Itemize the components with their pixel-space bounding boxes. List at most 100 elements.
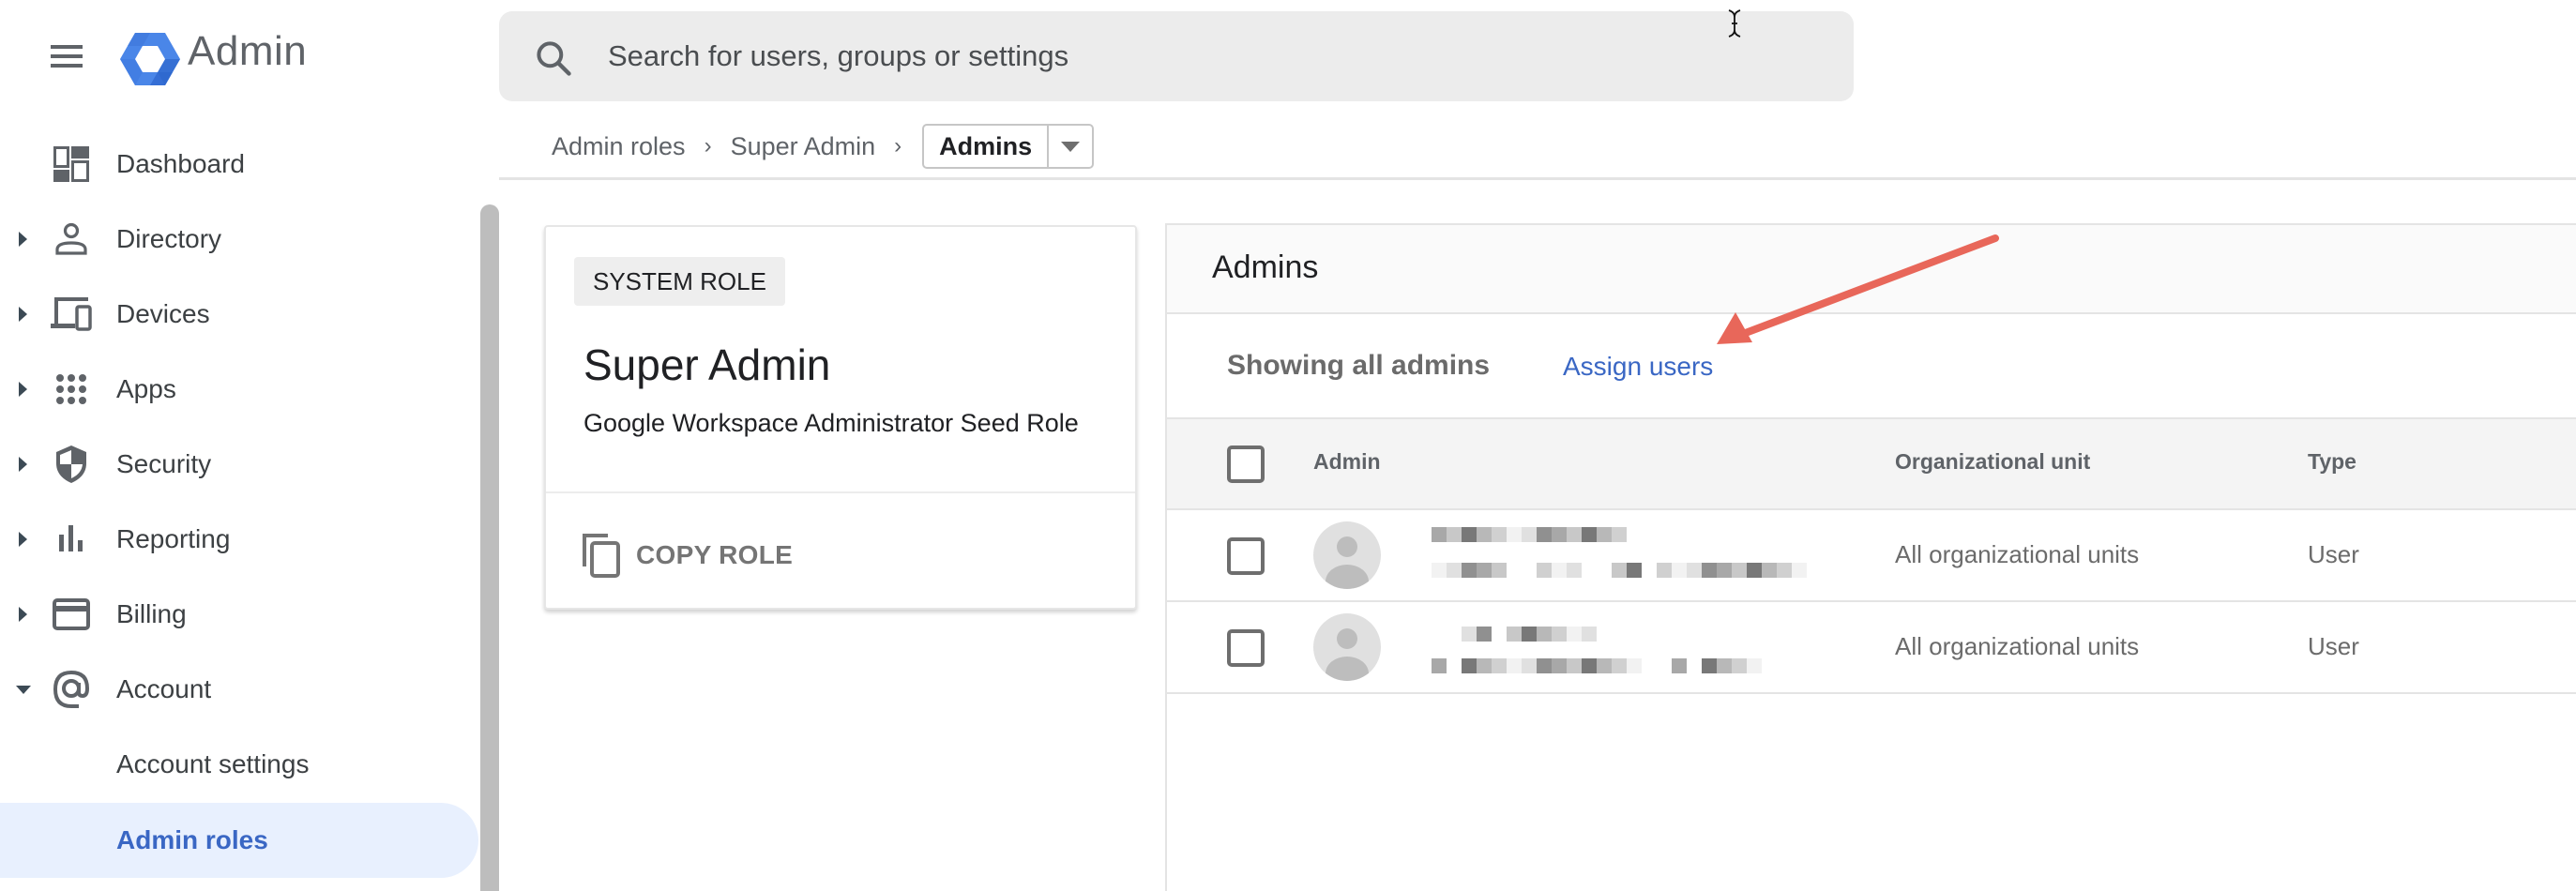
redaction-pixel: [1612, 563, 1627, 578]
redaction-pixel: [1597, 527, 1612, 542]
redaction-pixel: [1492, 563, 1507, 578]
redaction-pixel: [1477, 627, 1492, 642]
redaction-pixel: [1627, 563, 1642, 578]
breadcrumb-separator-icon: ›: [894, 133, 902, 159]
sidebar-item-account-settings[interactable]: Account settings: [0, 729, 480, 800]
avatar: [1313, 613, 1381, 681]
redaction-pixel: [1747, 658, 1762, 673]
person-icon: [51, 219, 92, 260]
sidebar-item-reporting[interactable]: Reporting: [0, 504, 480, 575]
cell-type: User: [2308, 632, 2359, 660]
shield-icon: [51, 444, 92, 485]
at-sign-icon: [51, 669, 92, 710]
table-header: Admin Organizational unit Type: [1167, 417, 2576, 510]
column-header-type[interactable]: Type: [2308, 449, 2356, 475]
sidebar-item-account[interactable]: Account: [0, 654, 480, 725]
redaction-pixel: [1432, 563, 1447, 578]
redaction-pixel: [1522, 527, 1537, 542]
breadcrumb-current: Admins: [939, 131, 1033, 160]
row-checkbox[interactable]: [1227, 537, 1265, 575]
redaction-pixel: [1582, 658, 1597, 673]
sidebar-item-security[interactable]: Security: [0, 429, 480, 500]
redaction-pixel: [1552, 658, 1567, 673]
filter-row: Showing all admins Assign users: [1167, 316, 2576, 419]
row-checkbox[interactable]: [1227, 629, 1265, 667]
redaction-pixel: [1612, 527, 1627, 542]
redaction-pixel: [1597, 658, 1612, 673]
sidebar-subitem-label: Account settings: [116, 749, 310, 778]
redaction-pixel: [1567, 527, 1582, 542]
main-menu-button[interactable]: [49, 43, 86, 69]
sidebar-item-billing[interactable]: Billing: [0, 579, 480, 650]
redaction-pixel: [1702, 563, 1717, 578]
redaction-pixel: [1627, 658, 1642, 673]
select-all-checkbox[interactable]: [1227, 446, 1265, 483]
dashboard-icon: [51, 143, 92, 185]
collapse-caret-icon[interactable]: [16, 685, 31, 694]
redaction-pixel: [1462, 658, 1477, 673]
breadcrumb-section-select[interactable]: Admins: [922, 124, 1095, 169]
sidebar-item-label: Security: [116, 449, 212, 478]
redaction-pixel: [1492, 658, 1507, 673]
copy-role-label: COPY ROLE: [636, 540, 794, 569]
expand-caret-icon[interactable]: [19, 232, 27, 247]
redaction-pixel: [1657, 563, 1672, 578]
redaction-pixel: [1477, 658, 1492, 673]
sidebar-item-devices[interactable]: Devices: [0, 279, 480, 350]
redaction-pixel: [1552, 527, 1567, 542]
redaction-pixel: [1567, 627, 1582, 642]
panel-title: Admins: [1212, 249, 1319, 285]
filter-status-text: Showing all admins: [1227, 350, 1491, 381]
expand-caret-icon[interactable]: [19, 457, 27, 472]
redaction-pixel: [1567, 563, 1582, 578]
redaction-pixel: [1462, 527, 1477, 542]
breadcrumb-separator-icon: ›: [704, 133, 712, 159]
search-input[interactable]: [608, 28, 1734, 84]
sidebar-item-directory[interactable]: Directory: [0, 204, 480, 275]
redaction-pixel: [1672, 658, 1687, 673]
admin-logo-icon: [120, 33, 180, 85]
hamburger-line: [51, 64, 83, 68]
assign-users-link[interactable]: Assign users: [1563, 352, 1713, 382]
redaction-pixel: [1792, 563, 1807, 578]
table-row[interactable]: All organizational units User: [1167, 510, 2576, 602]
panel-header: Admins: [1167, 225, 2576, 314]
dropdown-toggle[interactable]: [1047, 126, 1092, 167]
sidebar-item-label: Billing: [116, 599, 187, 628]
breadcrumb-admin-roles[interactable]: Admin roles: [552, 132, 686, 161]
redaction-pixel: [1702, 658, 1717, 673]
column-header-admin[interactable]: Admin: [1313, 449, 1381, 475]
redaction-pixel: [1507, 658, 1522, 673]
expand-caret-icon[interactable]: [19, 382, 27, 397]
sidebar-item-apps[interactable]: Apps: [0, 354, 480, 425]
cell-org-unit: All organizational units: [1895, 632, 2140, 660]
app-brand-title: Admin: [188, 28, 308, 74]
redaction-pixel: [1582, 527, 1597, 542]
expand-caret-icon[interactable]: [19, 607, 27, 622]
expand-caret-icon[interactable]: [19, 532, 27, 547]
redaction-pixel: [1582, 627, 1597, 642]
redaction-pixel: [1492, 527, 1507, 542]
redaction-pixel: [1552, 627, 1567, 642]
sidebar-nav: Dashboard Directory Devices Apps Securit…: [0, 122, 480, 891]
breadcrumb-super-admin[interactable]: Super Admin: [731, 132, 876, 161]
expand-caret-icon[interactable]: [19, 307, 27, 322]
redaction-pixel: [1717, 563, 1732, 578]
search-bar[interactable]: [499, 11, 1854, 101]
sidebar-scrollbar[interactable]: [480, 204, 499, 891]
redaction-pixel: [1777, 563, 1792, 578]
credit-card-icon: [51, 594, 92, 635]
redacted-admin-name-email: [1432, 525, 1807, 587]
sidebar-item-dashboard[interactable]: Dashboard: [0, 128, 480, 200]
redaction-pixel: [1672, 563, 1687, 578]
cell-org-unit: All organizational units: [1895, 540, 2140, 568]
admins-panel: Admins Showing all admins Assign users A…: [1165, 223, 2576, 891]
sidebar-item-admin-roles[interactable]: Admin roles: [0, 803, 478, 878]
redaction-pixel: [1462, 563, 1477, 578]
role-card: SYSTEM ROLE Super Admin Google Workspace…: [544, 225, 1137, 610]
column-header-org-unit[interactable]: Organizational unit: [1895, 449, 2090, 475]
copy-role-button[interactable]: COPY ROLE: [582, 527, 793, 583]
text-cursor-icon: [1728, 9, 1741, 38]
table-row[interactable]: All organizational units User: [1167, 602, 2576, 694]
sidebar-subitem-label: Admin roles: [116, 825, 268, 854]
